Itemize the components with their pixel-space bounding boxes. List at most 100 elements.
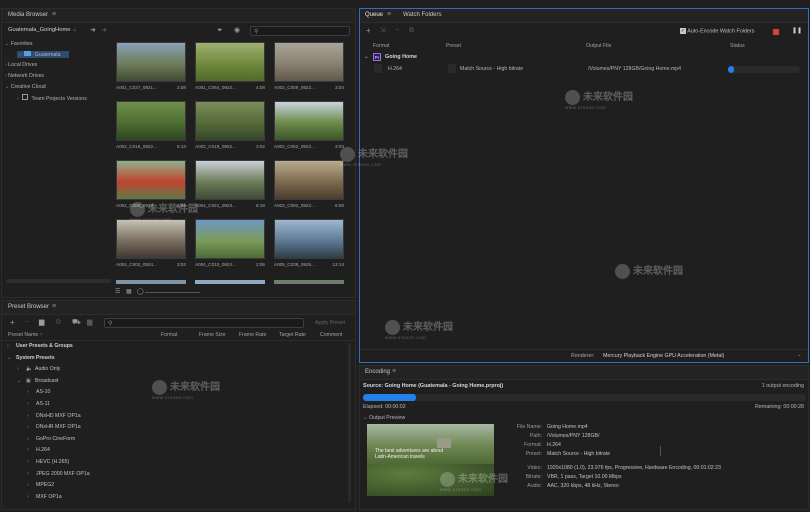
- preset-row[interactable]: › H.264: [2, 445, 350, 456]
- caret-right-icon[interactable]: ›: [17, 366, 19, 372]
- clip-thumbnail[interactable]: [195, 42, 265, 82]
- clip-thumbnail[interactable]: [195, 219, 265, 259]
- caret-right-icon[interactable]: ›: [27, 482, 29, 488]
- caret-right-icon[interactable]: ›: [27, 436, 29, 442]
- format-dropdown[interactable]: [374, 64, 382, 73]
- preset-row[interactable]: › AS-11: [2, 399, 350, 410]
- queue-item-format[interactable]: H.264: [388, 66, 402, 72]
- queue-item-output[interactable]: /Volumes/PNY 128GB/Going Home.mp4: [588, 66, 681, 72]
- preset-row[interactable]: › AS-10: [2, 387, 350, 398]
- pause-icon[interactable]: ❚❚: [792, 28, 802, 34]
- clip-thumbnail[interactable]: [274, 101, 344, 141]
- duplicate-icon[interactable]: ⧉: [409, 27, 414, 34]
- caret-right-icon[interactable]: ›: [27, 413, 29, 419]
- slider-track[interactable]: [145, 292, 200, 293]
- media-search-input[interactable]: ⚲: [250, 26, 350, 36]
- tree-network-drives[interactable]: › Network Drives: [5, 73, 44, 79]
- preset-row[interactable]: › GoPro CineForm: [2, 434, 350, 445]
- tree-favorite-folder[interactable]: › Guatemala: [17, 51, 69, 58]
- encoding-tab[interactable]: Encoding: [365, 369, 390, 375]
- preset-dropdown[interactable]: [448, 64, 456, 73]
- preset-scrollbar[interactable]: [348, 343, 351, 503]
- queue-group-row[interactable]: ⌄ Pr Going Home: [360, 52, 808, 63]
- panel-menu-icon[interactable]: ≡: [52, 11, 56, 18]
- preset-row[interactable]: › MXF OP1a: [2, 492, 350, 503]
- caret-right-icon[interactable]: ›: [27, 447, 29, 453]
- caret-right-icon[interactable]: ›: [27, 471, 29, 477]
- tree-favorites[interactable]: ⌄ Favorites: [5, 41, 32, 47]
- preset-row[interactable]: ⌄ System Presets: [2, 353, 350, 364]
- col-preset[interactable]: Preset: [446, 43, 461, 49]
- forward-arrow-icon[interactable]: ➜: [101, 27, 107, 34]
- panel-menu-icon[interactable]: ≡: [387, 11, 391, 18]
- col-status[interactable]: Status: [730, 43, 745, 49]
- clip-thumbnail[interactable]: [116, 101, 186, 141]
- clip-thumbnail[interactable]: [274, 42, 344, 82]
- back-arrow-icon[interactable]: ➜: [90, 27, 96, 34]
- view-toggle-icon[interactable]: ◉: [234, 27, 240, 34]
- clip-thumbnail[interactable]: [195, 160, 265, 200]
- preset-search-input[interactable]: ⚲: [104, 318, 304, 328]
- new-group-folder-icon[interactable]: ▆: [39, 319, 44, 326]
- preset-row[interactable]: › DNxHR MXF OP1a: [2, 422, 350, 433]
- grid-view-icon[interactable]: ▦: [126, 289, 132, 295]
- clip-thumbnail[interactable]: [274, 160, 344, 200]
- col-preset-name[interactable]: Preset Name ↑: [8, 332, 42, 338]
- remove-preset-icon[interactable]: −: [25, 319, 29, 326]
- thumbnail-size-slider[interactable]: ☰ ▦ ◯: [115, 289, 205, 297]
- add-source-icon[interactable]: +: [366, 27, 371, 35]
- col-frame-rate[interactable]: Frame Rate: [239, 332, 266, 338]
- caret-right-icon[interactable]: ›: [7, 343, 9, 349]
- clip-thumbnail[interactable]: [116, 42, 186, 82]
- tree-local-drives[interactable]: › Local Drives: [5, 62, 37, 68]
- col-output-file[interactable]: Output File: [586, 43, 611, 49]
- caret-down-icon[interactable]: ⌄: [7, 355, 11, 361]
- col-format[interactable]: Format: [161, 332, 177, 338]
- add-output-icon[interactable]: ⇲: [380, 27, 386, 34]
- tree-creative-cloud[interactable]: ⌄ Creative Cloud: [5, 84, 46, 90]
- caret-right-icon[interactable]: ›: [27, 389, 29, 395]
- tree-team-projects[interactable]: › Team Projects Versions: [17, 94, 87, 102]
- apply-preset-button[interactable]: Apply Preset: [310, 318, 350, 328]
- tab-watch-folders[interactable]: Watch Folders: [403, 12, 441, 18]
- media-browser-tab[interactable]: Media Browser: [8, 12, 48, 18]
- preset-row[interactable]: › MPEG2: [2, 480, 350, 491]
- tab-queue[interactable]: Queue: [365, 12, 383, 18]
- clip-thumbnail[interactable]: [274, 219, 344, 259]
- panel-menu-icon[interactable]: ≡: [392, 368, 396, 375]
- col-target-rate[interactable]: Target Rate: [279, 332, 306, 338]
- preset-row[interactable]: › User Presets & Groups: [2, 341, 350, 352]
- preset-row[interactable]: › 🔈 Audio Only: [2, 364, 350, 375]
- renderer-select[interactable]: Mercury Playback Engine GPU Acceleration…: [603, 353, 724, 359]
- add-preset-icon[interactable]: +: [10, 319, 15, 327]
- filter-icon[interactable]: ⏷: [217, 27, 223, 34]
- caret-right-icon[interactable]: ›: [27, 494, 29, 500]
- export-preset-icon[interactable]: ▆: [87, 319, 92, 326]
- remove-icon[interactable]: −: [395, 27, 399, 34]
- chevron-down-icon[interactable]: ⌄: [797, 352, 801, 358]
- caret-right-icon[interactable]: ›: [27, 424, 29, 430]
- col-comment[interactable]: Comment: [320, 332, 343, 338]
- auto-encode-checkbox[interactable]: ✓ Auto-Encode Watch Folders: [680, 28, 754, 34]
- caret-right-icon[interactable]: ›: [27, 459, 29, 465]
- import-preset-icon[interactable]: ⛟: [72, 319, 81, 326]
- preset-browser-tab[interactable]: Preset Browser: [8, 304, 49, 310]
- tree-scrollbar[interactable]: [6, 279, 111, 283]
- queue-item-row[interactable]: H.264 Match Source - High bitrate /Volum…: [360, 64, 808, 75]
- clip-thumbnail[interactable]: [195, 101, 265, 141]
- slider-knob-icon[interactable]: ◯: [137, 289, 144, 295]
- caret-down-icon[interactable]: ⌄: [17, 378, 21, 384]
- stop-queue-button[interactable]: [773, 29, 779, 35]
- preset-row[interactable]: › HEVC (H.265): [2, 457, 350, 468]
- preset-row[interactable]: ⌄ ▣ Broadcast: [2, 376, 350, 387]
- preset-row[interactable]: › DNxHD MXF OP1a: [2, 411, 350, 422]
- col-format[interactable]: Format: [373, 43, 389, 49]
- preset-row[interactable]: › JPEG 2000 MXF OP1a: [2, 469, 350, 480]
- clip-thumbnail[interactable]: [116, 160, 186, 200]
- queue-item-preset[interactable]: Match Source - High bitrate: [460, 66, 523, 72]
- clip-thumbnail[interactable]: [116, 219, 186, 259]
- caret-right-icon[interactable]: ›: [27, 401, 29, 407]
- col-frame-size[interactable]: Frame Size: [199, 332, 226, 338]
- settings-icon[interactable]: ⚙: [55, 319, 61, 326]
- panel-menu-icon[interactable]: ≡: [52, 303, 56, 310]
